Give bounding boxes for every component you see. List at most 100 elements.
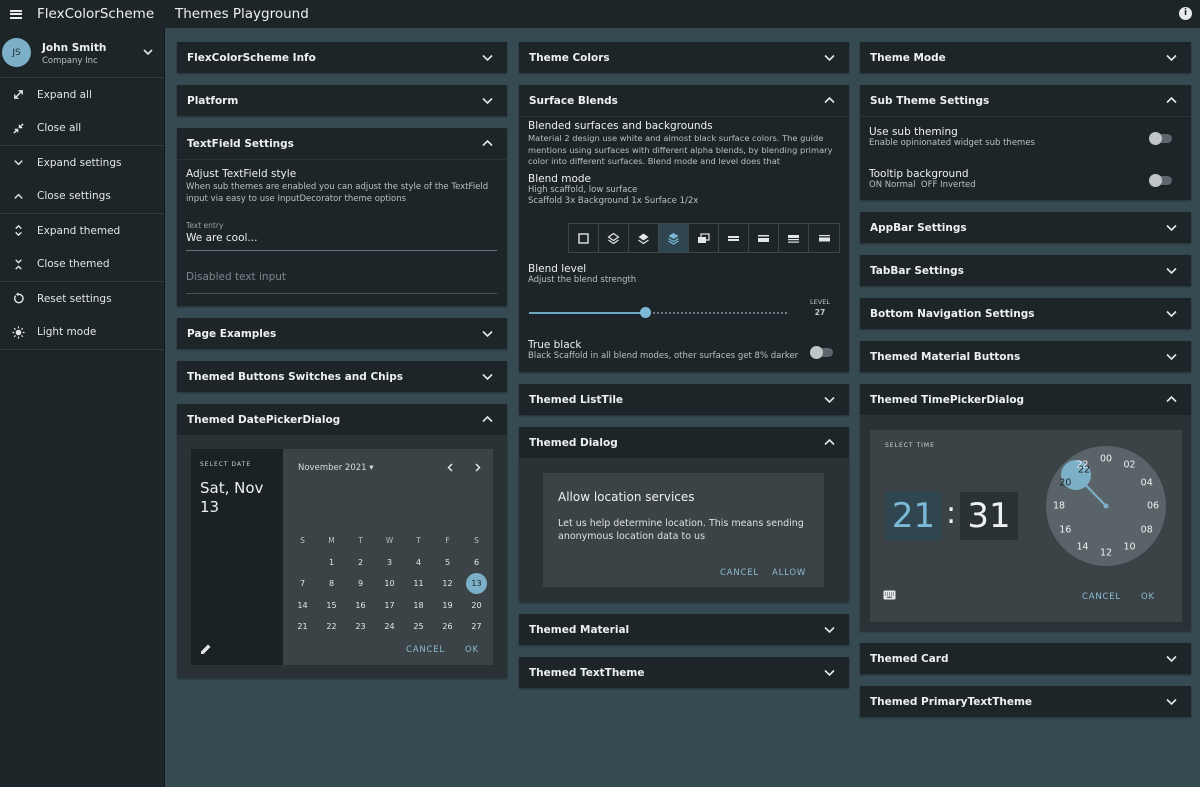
panel-themed-buttons[interactable]: Themed Buttons Switches and Chips: [177, 361, 507, 392]
time-cancel-button[interactable]: CANCEL: [1082, 592, 1121, 602]
calendar-day[interactable]: 17: [375, 595, 404, 617]
blend-mode-option[interactable]: [569, 224, 599, 252]
panel-header[interactable]: Surface Blends: [519, 85, 849, 116]
calendar-day[interactable]: 11: [404, 573, 433, 595]
minute-field[interactable]: 31: [960, 492, 1018, 540]
dialog-allow-button[interactable]: ALLOW: [772, 568, 806, 578]
panel-header[interactable]: Themed DatePickerDialog: [177, 404, 507, 435]
panel-themed-primary-text-theme[interactable]: Themed PrimaryTextTheme: [860, 686, 1191, 717]
calendar-day[interactable]: 20: [462, 595, 491, 617]
calendar-day[interactable]: 10: [375, 573, 404, 595]
panel-tabbar-settings[interactable]: TabBar Settings: [860, 255, 1191, 286]
info-icon[interactable]: i: [1179, 7, 1192, 20]
panel-bottom-navigation-settings[interactable]: Bottom Navigation Settings: [860, 298, 1191, 329]
panel-theme-colors[interactable]: Theme Colors: [519, 42, 849, 73]
chevron-up-icon[interactable]: [481, 413, 494, 426]
panel-flexcolorscheme-info[interactable]: FlexColorScheme Info: [177, 42, 507, 73]
date-cancel-button[interactable]: CANCEL: [406, 645, 445, 655]
blend-level-slider[interactable]: [529, 307, 787, 319]
time-ok-button[interactable]: OK: [1141, 592, 1155, 602]
menu-icon[interactable]: [0, 0, 32, 28]
chevron-down-icon[interactable]: [481, 370, 494, 383]
calendar-day[interactable]: 2: [346, 552, 375, 574]
true-black-switch[interactable]: [810, 345, 833, 359]
panel-appbar-settings[interactable]: AppBar Settings: [860, 212, 1191, 243]
use-sub-theming-switch[interactable]: [1149, 131, 1172, 145]
chevron-down-icon[interactable]: [142, 46, 154, 58]
calendar-day[interactable]: 5: [433, 552, 462, 574]
panel-header[interactable]: TextField Settings: [177, 128, 507, 159]
panel-header[interactable]: Sub Theme Settings: [860, 85, 1191, 116]
chevron-down-icon[interactable]: [823, 393, 836, 406]
calendar-day[interactable]: 8: [317, 573, 346, 595]
keyboard-icon[interactable]: [883, 590, 896, 600]
blend-mode-option-selected[interactable]: [659, 224, 689, 252]
chevron-right-icon[interactable]: [472, 462, 483, 473]
chevron-down-icon[interactable]: [481, 327, 494, 340]
chevron-up-icon[interactable]: [1165, 393, 1178, 406]
dialog-cancel-button[interactable]: CANCEL: [720, 568, 759, 578]
tooltip-background-row[interactable]: Tooltip background ON Normal OFF Inverte…: [869, 168, 976, 192]
panel-themed-listtile[interactable]: Themed ListTile: [519, 384, 849, 415]
panel-themed-card[interactable]: Themed Card: [860, 643, 1191, 674]
calendar-day[interactable]: 14: [288, 595, 317, 617]
date-ok-button[interactable]: OK: [465, 645, 479, 655]
clock-dial[interactable]: 00 02 04 06 08 10 12 14 16 18 20 22 22: [1046, 446, 1166, 566]
edit-icon[interactable]: [200, 643, 212, 655]
drawer-item-reset-settings[interactable]: Reset settings: [0, 282, 164, 316]
chevron-down-icon[interactable]: [1165, 51, 1178, 64]
drawer-item-light-mode[interactable]: Light mode: [0, 316, 164, 350]
drawer-item-expand-settings[interactable]: Expand settings: [0, 146, 164, 180]
tooltip-background-switch[interactable]: [1149, 173, 1172, 187]
chevron-left-icon[interactable]: [445, 462, 456, 473]
calendar-day[interactable]: 22: [317, 616, 346, 638]
clock-number[interactable]: 08: [1141, 524, 1153, 535]
blend-mode-option[interactable]: [809, 224, 839, 252]
clock-number[interactable]: 16: [1059, 524, 1071, 535]
clock-number[interactable]: 14: [1076, 541, 1088, 552]
use-sub-theming-row[interactable]: Use sub theming Enable opinionated widge…: [869, 126, 1035, 150]
drawer-item-expand-all[interactable]: Expand all: [0, 78, 164, 112]
panel-header[interactable]: Themed Dialog: [519, 427, 849, 458]
drawer-item-expand-themed[interactable]: Expand themed: [0, 214, 164, 248]
calendar-day[interactable]: 25: [404, 616, 433, 638]
chevron-down-icon[interactable]: [823, 666, 836, 679]
calendar-day[interactable]: 3: [375, 552, 404, 574]
calendar-day[interactable]: 23: [346, 616, 375, 638]
calendar-day[interactable]: 21: [288, 616, 317, 638]
panel-header[interactable]: Themed TimePickerDialog: [860, 384, 1191, 415]
drawer-item-close-settings[interactable]: Close settings: [0, 180, 164, 214]
calendar-day[interactable]: 13: [462, 573, 491, 595]
panel-platform[interactable]: Platform: [177, 85, 507, 116]
chevron-down-icon[interactable]: [1165, 652, 1178, 665]
chevron-down-icon[interactable]: [1165, 695, 1178, 708]
calendar-day[interactable]: 1: [317, 552, 346, 574]
chevron-down-icon[interactable]: [1165, 221, 1178, 234]
calendar-day[interactable]: 18: [404, 595, 433, 617]
blend-mode-option[interactable]: [779, 224, 809, 252]
calendar-day[interactable]: 24: [375, 616, 404, 638]
blend-mode-option[interactable]: [629, 224, 659, 252]
clock-number[interactable]: 20: [1059, 477, 1071, 488]
chevron-down-icon[interactable]: [481, 51, 494, 64]
clock-number[interactable]: 12: [1100, 548, 1112, 559]
text-entry-field[interactable]: Text entry We are cool...: [186, 221, 497, 251]
chevron-down-icon[interactable]: [823, 51, 836, 64]
calendar-day[interactable]: 7: [288, 573, 317, 595]
calendar-day[interactable]: 26: [433, 616, 462, 638]
blend-mode-option[interactable]: [749, 224, 779, 252]
chevron-down-icon[interactable]: [823, 623, 836, 636]
month-dropdown[interactable]: November 2021 ▾: [298, 463, 374, 473]
calendar-day[interactable]: 4: [404, 552, 433, 574]
clock-number[interactable]: 18: [1053, 501, 1065, 512]
clock-number[interactable]: 06: [1147, 501, 1159, 512]
blend-mode-option[interactable]: [689, 224, 719, 252]
clock-number[interactable]: 10: [1123, 541, 1135, 552]
calendar-day[interactable]: 12: [433, 573, 462, 595]
panel-themed-material[interactable]: Themed Material: [519, 614, 849, 645]
chevron-down-icon[interactable]: [1165, 350, 1178, 363]
chevron-down-icon[interactable]: [1165, 264, 1178, 277]
blend-mode-option[interactable]: [599, 224, 629, 252]
panel-page-examples[interactable]: Page Examples: [177, 318, 507, 349]
clock-number-selected[interactable]: 22: [1078, 465, 1090, 476]
